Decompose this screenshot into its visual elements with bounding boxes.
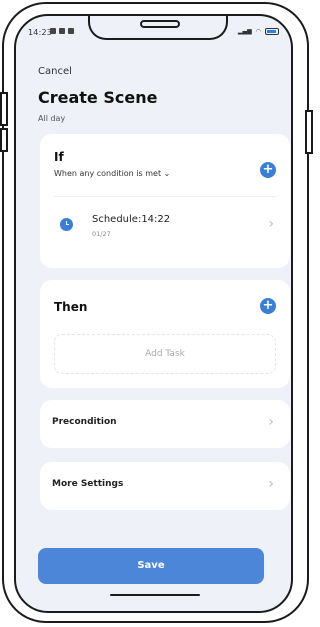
if-title: If bbox=[54, 150, 64, 164]
add-task-button[interactable]: Add Task bbox=[54, 334, 276, 374]
more-settings-row[interactable]: More Settings › bbox=[40, 462, 290, 510]
side-button bbox=[305, 110, 313, 154]
cancel-button[interactable]: Cancel bbox=[38, 66, 72, 77]
side-button bbox=[0, 92, 8, 126]
screen: 14:23 ▂▄▆ ◠ Cancel Create Scene All day … bbox=[14, 14, 293, 613]
then-card: Then + Add Task bbox=[40, 280, 290, 388]
home-indicator bbox=[110, 594, 200, 596]
condition-mode-dropdown[interactable]: When any condition is met ⌄ bbox=[54, 169, 170, 178]
precondition-row[interactable]: Precondition › bbox=[40, 400, 290, 448]
chevron-right-icon[interactable]: › bbox=[268, 216, 274, 232]
add-condition-button[interactable]: + bbox=[260, 162, 276, 178]
side-button bbox=[0, 128, 8, 152]
notification-icon bbox=[68, 28, 74, 34]
if-card: If + When any condition is met ⌄ Schedul… bbox=[40, 134, 290, 268]
clock-icon bbox=[60, 218, 73, 231]
divider bbox=[54, 196, 276, 197]
page-subtitle: All day bbox=[38, 114, 66, 123]
status-right: ▂▄▆ ◠ bbox=[238, 28, 279, 35]
page-title: Create Scene bbox=[38, 88, 158, 107]
battery-icon bbox=[265, 28, 279, 35]
save-button[interactable]: Save bbox=[38, 548, 264, 584]
schedule-title[interactable]: Schedule:14:22 bbox=[92, 214, 170, 225]
chevron-right-icon: › bbox=[268, 414, 274, 430]
chevron-right-icon: › bbox=[268, 476, 274, 492]
status-icons bbox=[50, 28, 74, 34]
notification-icon bbox=[59, 28, 65, 34]
schedule-date: 01/27 bbox=[92, 230, 111, 238]
signal-icon: ▂▄▆ bbox=[237, 28, 252, 35]
notch bbox=[88, 16, 228, 40]
precondition-label: Precondition bbox=[52, 417, 117, 427]
speaker bbox=[140, 20, 180, 28]
add-action-button[interactable]: + bbox=[260, 298, 276, 314]
more-settings-label: More Settings bbox=[52, 479, 124, 489]
then-title: Then bbox=[54, 300, 88, 314]
status-time: 14:23 bbox=[28, 28, 53, 37]
wifi-icon: ◠ bbox=[255, 28, 261, 35]
notification-icon bbox=[50, 28, 56, 34]
